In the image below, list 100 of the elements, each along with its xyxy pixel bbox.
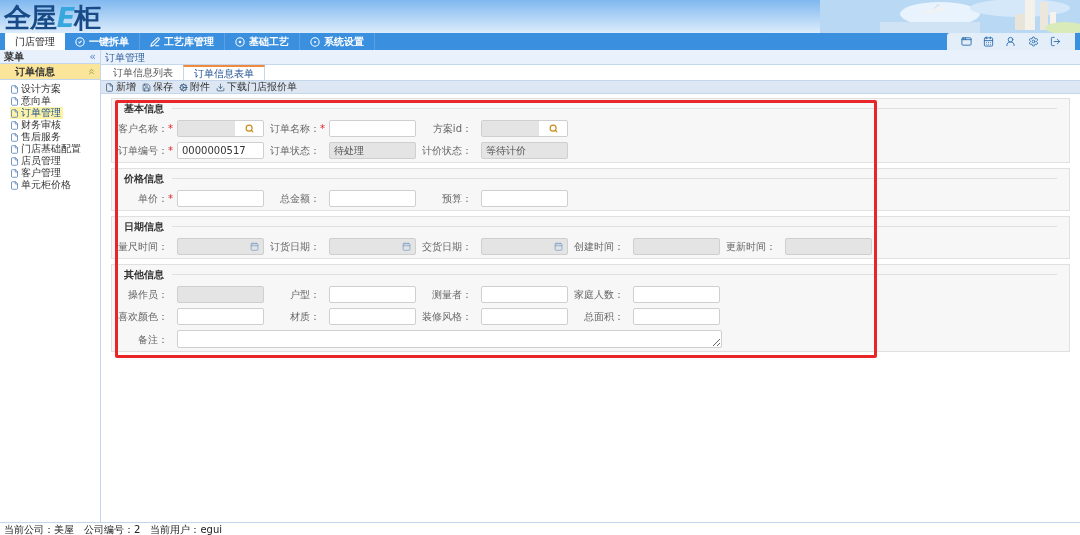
text-field[interactable] [177,308,264,325]
date-field[interactable] [481,238,568,255]
section-title: 日期信息 [124,220,165,234]
required-mark: * [168,144,174,158]
user-icon[interactable] [1005,36,1017,47]
ring-icon [310,36,320,47]
sidebar-item[interactable]: 订单管理 [10,107,63,119]
date-field[interactable] [329,238,416,255]
field-label: 备注： [138,332,168,347]
field-label: 交货日期： [422,240,472,254]
field-label: 装修风格： [422,310,472,324]
lookup-field[interactable] [481,120,568,137]
disc-icon [235,36,245,47]
section-title: 其他信息 [124,268,165,282]
field-label: 订单状态： [270,144,320,158]
sidebar-item[interactable]: 客户管理 [10,167,63,179]
field-label: 家庭人数： [574,288,624,302]
field-label: 更新时间： [726,240,776,254]
file-icon [10,180,19,190]
file-icon [105,82,114,92]
field-label: 方案id： [432,122,472,136]
pen-icon [150,36,160,47]
file-icon [10,120,19,130]
lookup-field[interactable] [177,120,264,137]
status-text: 当前用户：egui [150,522,222,535]
field-label: 总金额： [280,192,320,206]
readonly-field[interactable] [633,238,720,255]
sidebar-item[interactable]: 店员管理 [10,155,63,167]
text-field[interactable] [329,120,416,137]
save-icon [142,82,151,92]
status-text: 公司编号：2 [84,522,141,535]
field-label: 订货日期： [270,240,320,254]
field-label: 预算： [442,192,472,206]
readonly-field[interactable] [177,286,264,303]
search-icon [548,124,558,133]
text-field[interactable] [481,190,568,207]
file-icon [10,168,19,178]
field-label: 总面积： [584,310,624,324]
sidebar-item[interactable]: 设计方案 [10,83,63,95]
window-icon[interactable] [960,36,972,47]
settings-icon[interactable] [1027,36,1039,47]
field-label: 测量者： [432,288,472,302]
logout-icon[interactable] [1050,36,1062,47]
field-label: 客户名称： [118,122,168,136]
field-label: 喜欢颜色： [118,310,168,324]
logo: 全屋E柜 [3,1,101,33]
readonly-field[interactable]: 待处理 [329,142,416,159]
sidebar-item[interactable]: 财务审核 [10,119,63,131]
field-label: 计价状态： [422,144,472,158]
field-label: 单价： [138,192,168,206]
text-field[interactable] [329,190,416,207]
required-mark: * [320,122,326,136]
text-field[interactable] [481,308,568,325]
page-tab[interactable]: 订单信息列表 [103,65,183,80]
toolbar-button[interactable]: 保存 [142,82,173,92]
file-icon [10,144,19,154]
text-field[interactable] [633,286,720,303]
sidebar-item[interactable]: 门店基础配置 [10,143,83,155]
remarks-field[interactable] [177,330,722,348]
readonly-field[interactable] [785,238,872,255]
sidebar-item[interactable]: 意向单 [10,95,53,107]
field-label: 订单编号： [118,144,168,158]
sidebar-title: 菜单 [4,50,24,64]
sidebar-item[interactable]: 单元柜价格 [10,179,73,191]
page-tab[interactable]: 订单信息表单 [183,65,265,80]
text-field[interactable]: 0000000517 [177,142,264,159]
status-text: 当前公司：美屋 [4,522,74,535]
field-label: 量尺时间： [118,240,168,254]
file-icon [10,156,19,166]
toolbar-button[interactable]: 附件 [179,82,210,92]
field-label: 户型： [290,288,320,302]
file-icon [10,108,19,118]
calendar-icon [554,242,563,251]
section-title: 基本信息 [124,102,165,116]
chevrons-up-icon [87,67,96,76]
text-field[interactable] [329,286,416,303]
download-icon [216,82,225,92]
text-field[interactable] [329,308,416,325]
calendar-icon[interactable] [983,36,995,47]
file-icon [10,132,19,142]
text-field[interactable] [633,308,720,325]
readonly-field[interactable]: 等待计价 [481,142,568,159]
field-label: 创建时间： [574,240,624,254]
calendar-icon [250,242,259,251]
nav-tab[interactable]: 门店管理 [5,33,65,50]
calendar-icon [402,242,411,251]
breadcrumb: 订单管理 [105,50,145,65]
date-field[interactable] [177,238,264,255]
required-mark: * [168,122,174,136]
file-icon [10,96,19,106]
field-label: 材质： [290,310,320,324]
toolbar-button[interactable]: 下载门店报价单 [216,82,297,92]
check-circle-icon [75,36,85,47]
toolbar-button[interactable]: 新增 [105,82,136,92]
sidebar-section[interactable]: 订单信息 [0,64,100,80]
gear-icon [179,82,188,92]
sidebar-item[interactable]: 售后服务 [10,131,63,143]
text-field[interactable] [481,286,568,303]
text-field[interactable] [177,190,264,207]
required-mark: * [168,192,174,206]
